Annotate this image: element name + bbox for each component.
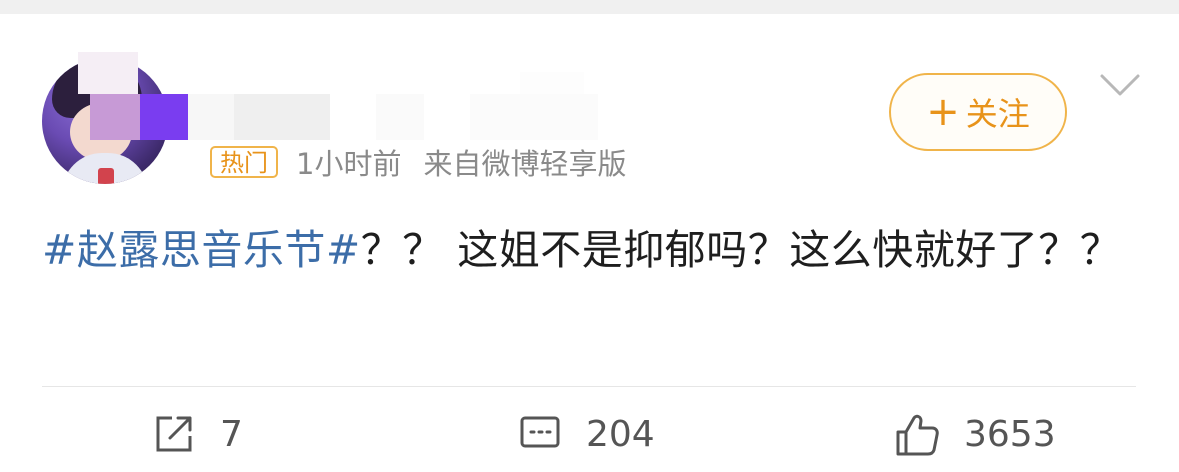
repost-icon xyxy=(156,416,192,452)
repost-button[interactable]: 7 xyxy=(152,412,243,456)
follow-button[interactable]: + 关注 xyxy=(889,73,1067,151)
post-text: ？？ 这姐不是抑郁吗？这么快就好了？？ xyxy=(360,226,1122,274)
post-meta: 热门 1小时前 来自微博轻享版 xyxy=(210,141,626,183)
like-count: 3653 xyxy=(964,413,1056,455)
privacy-mosaic-block xyxy=(234,94,330,140)
plus-icon: + xyxy=(926,89,960,135)
topic-link[interactable]: #赵露思音乐节# xyxy=(42,226,361,274)
follow-button-label: 关注 xyxy=(965,95,1030,133)
post-body: #赵露思音乐节#？？ 这姐不是抑郁吗？这么快就好了？？ xyxy=(42,218,1142,282)
comment-count: 204 xyxy=(586,413,655,455)
comment-icon xyxy=(520,416,560,448)
privacy-mosaic-block xyxy=(188,94,234,140)
avatar-tie xyxy=(98,168,114,184)
privacy-mosaic-block xyxy=(376,94,424,140)
privacy-mosaic-block xyxy=(78,52,138,94)
action-bar: 7 204 3653 xyxy=(0,412,1179,472)
repost-count: 7 xyxy=(220,413,243,455)
post-source[interactable]: 来自微博轻享版 xyxy=(423,141,626,183)
top-separator-strip xyxy=(0,0,1179,14)
privacy-mosaic-block xyxy=(90,94,140,140)
post-time: 1小时前 xyxy=(296,147,402,181)
thumbs-up-icon xyxy=(896,414,939,456)
like-button[interactable]: 3653 xyxy=(894,412,1056,456)
hot-badge: 热门 xyxy=(210,146,278,178)
privacy-mosaic-block xyxy=(520,72,584,94)
divider xyxy=(42,386,1136,387)
privacy-mosaic-block xyxy=(140,94,188,140)
chevron-down-icon[interactable] xyxy=(1098,66,1142,106)
privacy-mosaic-block xyxy=(470,94,598,140)
comment-button[interactable]: 204 xyxy=(518,412,655,456)
